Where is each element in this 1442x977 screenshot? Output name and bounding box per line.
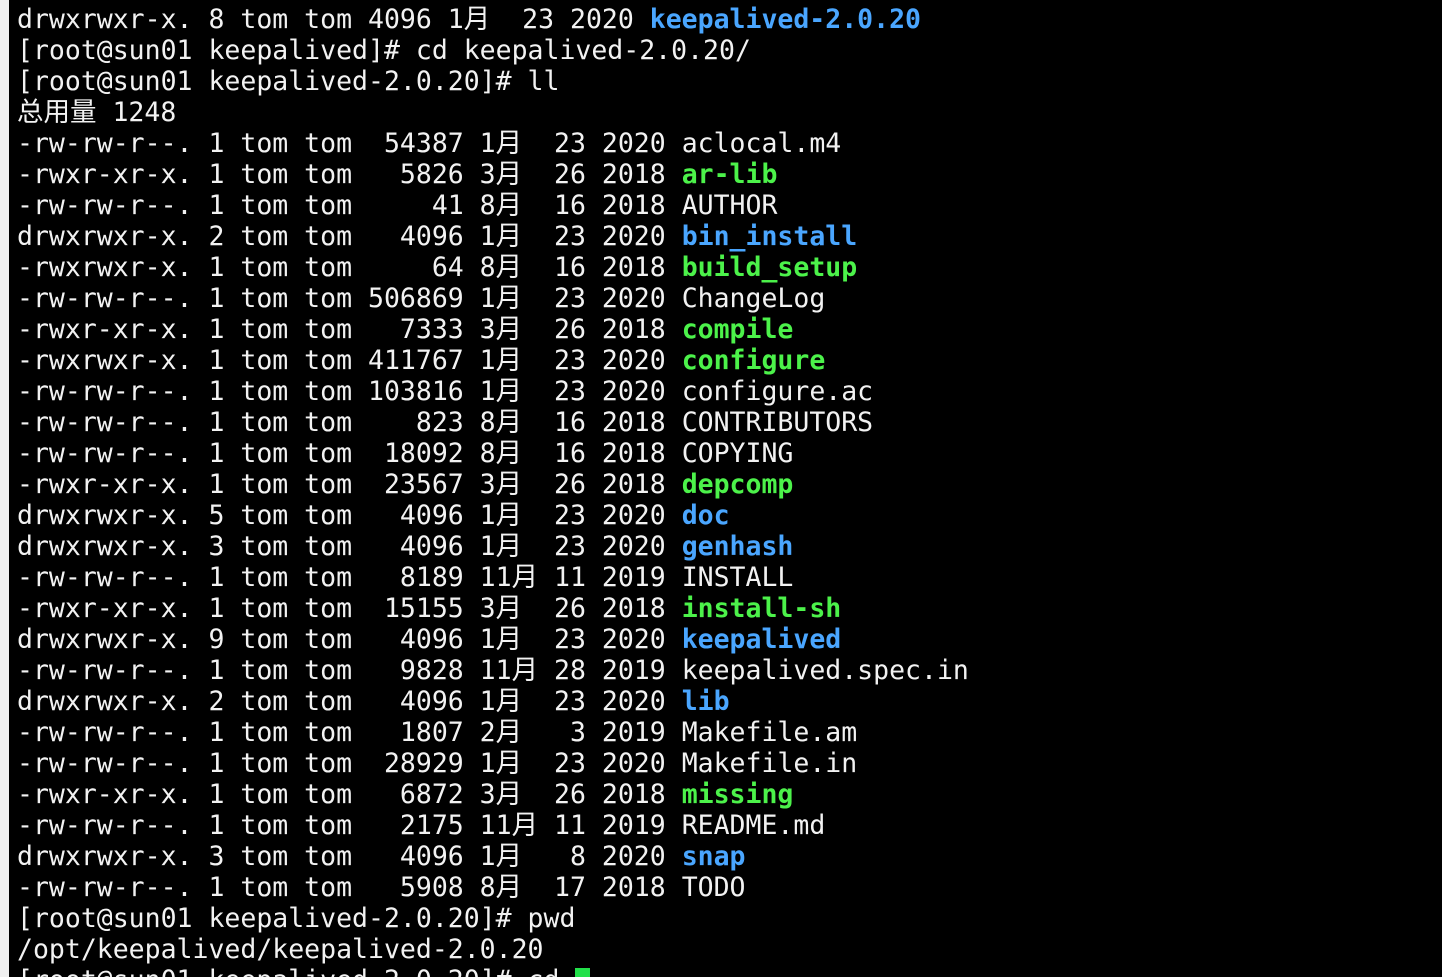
- line-text: -rwxrwxr-x. 1 tom tom 64 8月 16 2018: [17, 252, 682, 283]
- line-text: -rw-rw-r--. 1 tom tom 18092 8月 16 2018: [17, 438, 682, 469]
- line-text: -rwxr-xr-x. 1 tom tom 6872 3月 26 2018: [17, 779, 682, 810]
- line-text: drwxrwxr-x. 2 tom tom 4096 1月 23 2020: [17, 686, 682, 717]
- prompt-ll: [root@sun01 keepalived-2.0.20]# ll: [17, 66, 969, 97]
- ls-entry-author: -rw-rw-r--. 1 tom tom 41 8月 16 2018 AUTH…: [17, 190, 969, 221]
- prompt-cd: [root@sun01 keepalived]# cd keepalived-2…: [17, 35, 969, 66]
- line-text: 总用量 1248: [17, 97, 177, 128]
- directory-name: doc: [681, 500, 730, 531]
- line-text: drwxrwxr-x. 8 tom tom 4096 1月 23 2020: [17, 4, 650, 35]
- line-text: COPYING: [681, 438, 794, 469]
- line-text: -rw-rw-r--. 1 tom tom 41 8月 16 2018: [17, 190, 682, 221]
- ls-entry-todo: -rw-rw-r--. 1 tom tom 5908 8月 17 2018 TO…: [17, 872, 969, 903]
- line-text: Makefile.am: [681, 717, 858, 748]
- directory-name: bin_install: [681, 221, 858, 252]
- ls-entry-bin-install: drwxrwxr-x. 2 tom tom 4096 1月 23 2020 bi…: [17, 221, 969, 252]
- ls-entry-keepalived-spec-in: -rw-rw-r--. 1 tom tom 9828 11月 28 2019 k…: [17, 655, 969, 686]
- executable-name: compile: [681, 314, 794, 345]
- ls-entry-configure-ac: -rw-rw-r--. 1 tom tom 103816 1月 23 2020 …: [17, 376, 969, 407]
- ls-entry-contributors: -rw-rw-r--. 1 tom tom 823 8月 16 2018 CON…: [17, 407, 969, 438]
- text-cursor: [575, 968, 591, 977]
- line-text: -rw-rw-r--. 1 tom tom 9828 11月 28 2019: [17, 655, 682, 686]
- directory-name: snap: [681, 841, 746, 872]
- executable-name: configure: [681, 345, 826, 376]
- ls-entry-doc: drwxrwxr-x. 5 tom tom 4096 1月 23 2020 do…: [17, 500, 969, 531]
- line-text: [root@sun01 keepalived-2.0.20]# pwd: [17, 903, 576, 934]
- line-text: ChangeLog: [681, 283, 826, 314]
- directory-name: lib: [681, 686, 730, 717]
- line-text: -rw-rw-r--. 1 tom tom 5908 8月 17 2018: [17, 872, 682, 903]
- line-text: [root@sun01 keepalived-2.0.20]# cd: [17, 965, 575, 977]
- prompt-cd-current: [root@sun01 keepalived-2.0.20]# cd: [17, 965, 969, 977]
- ls-entry-makefile-am: -rw-rw-r--. 1 tom tom 1807 2月 3 2019 Mak…: [17, 717, 969, 748]
- line-text: INSTALL: [681, 562, 794, 593]
- line-text: [root@sun01 keepalived]# cd keepalived-2…: [17, 35, 751, 66]
- executable-name: missing: [681, 779, 794, 810]
- ls-entry-makefile-in: -rw-rw-r--. 1 tom tom 28929 1月 23 2020 M…: [17, 748, 969, 779]
- executable-name: ar-lib: [681, 159, 778, 190]
- terminal-output: drwxrwxr-x. 8 tom tom 4096 1月 23 2020 ke…: [17, 4, 969, 977]
- prompt-pwd: [root@sun01 keepalived-2.0.20]# pwd: [17, 903, 969, 934]
- ls-entry-changelog: -rw-rw-r--. 1 tom tom 506869 1月 23 2020 …: [17, 283, 969, 314]
- line-text: -rwxrwxr-x. 1 tom tom 411767 1月 23 2020: [17, 345, 682, 376]
- line-text: drwxrwxr-x. 3 tom tom 4096 1月 8 2020: [17, 841, 682, 872]
- ls-entry-keepalived: drwxrwxr-x. 9 tom tom 4096 1月 23 2020 ke…: [17, 624, 969, 655]
- line-text: keepalived.spec.in: [681, 655, 969, 686]
- terminal-window[interactable]: drwxrwxr-x. 8 tom tom 4096 1月 23 2020 ke…: [0, 0, 1442, 977]
- ls-entry-configure: -rwxrwxr-x. 1 tom tom 411767 1月 23 2020 …: [17, 345, 969, 376]
- line-text: drwxrwxr-x. 3 tom tom 4096 1月 23 2020: [17, 531, 682, 562]
- total-line: 总用量 1248: [17, 97, 969, 128]
- line-text: -rwxr-xr-x. 1 tom tom 7333 3月 26 2018: [17, 314, 682, 345]
- line-text: TODO: [681, 872, 746, 903]
- line-text: drwxrwxr-x. 2 tom tom 4096 1月 23 2020: [17, 221, 682, 252]
- line-text: /opt/keepalived/keepalived-2.0.20: [17, 934, 544, 965]
- line-text: README.md: [681, 810, 826, 841]
- ls-entry-missing: -rwxr-xr-x. 1 tom tom 6872 3月 26 2018 mi…: [17, 779, 969, 810]
- directory-name: keepalived-2.0.20: [649, 4, 921, 35]
- line-text: -rw-rw-r--. 1 tom tom 8189 11月 11 2019: [17, 562, 682, 593]
- line-text: -rw-rw-r--. 1 tom tom 2175 11月 11 2019: [17, 810, 682, 841]
- ls-entry-readme-md: -rw-rw-r--. 1 tom tom 2175 11月 11 2019 R…: [17, 810, 969, 841]
- line-text: -rw-rw-r--. 1 tom tom 506869 1月 23 2020: [17, 283, 682, 314]
- executable-name: install-sh: [681, 593, 842, 624]
- line-text: -rwxr-xr-x. 1 tom tom 23567 3月 26 2018: [17, 469, 682, 500]
- pwd-output: /opt/keepalived/keepalived-2.0.20: [17, 934, 969, 965]
- ls-entry-snap: drwxrwxr-x. 3 tom tom 4096 1月 8 2020 sna…: [17, 841, 969, 872]
- directory-name: keepalived: [681, 624, 842, 655]
- ls-entry-install-sh: -rwxr-xr-x. 1 tom tom 15155 3月 26 2018 i…: [17, 593, 969, 624]
- line-text: CONTRIBUTORS: [681, 407, 874, 438]
- ls-entry-ar-lib: -rwxr-xr-x. 1 tom tom 5826 3月 26 2018 ar…: [17, 159, 969, 190]
- line-text: configure.ac: [681, 376, 874, 407]
- ls-entry-install: -rw-rw-r--. 1 tom tom 8189 11月 11 2019 I…: [17, 562, 969, 593]
- ls-entry-compile: -rwxr-xr-x. 1 tom tom 7333 3月 26 2018 co…: [17, 314, 969, 345]
- line-text: Makefile.in: [681, 748, 858, 779]
- ls-entry-copying: -rw-rw-r--. 1 tom tom 18092 8月 16 2018 C…: [17, 438, 969, 469]
- ls-entry-genhash: drwxrwxr-x. 3 tom tom 4096 1月 23 2020 ge…: [17, 531, 969, 562]
- line-text: [root@sun01 keepalived-2.0.20]# ll: [17, 66, 560, 97]
- directory-name: genhash: [681, 531, 794, 562]
- ls-entry-aclocal-m4: -rw-rw-r--. 1 tom tom 54387 1月 23 2020 a…: [17, 128, 969, 159]
- ls-entry-lib: drwxrwxr-x. 2 tom tom 4096 1月 23 2020 li…: [17, 686, 969, 717]
- line-text: drwxrwxr-x. 5 tom tom 4096 1月 23 2020: [17, 500, 682, 531]
- line-text: -rw-rw-r--. 1 tom tom 54387 1月 23 2020: [17, 128, 682, 159]
- line-text: -rw-rw-r--. 1 tom tom 103816 1月 23 2020: [17, 376, 682, 407]
- window-left-edge: [0, 0, 9, 977]
- line-text: -rw-rw-r--. 1 tom tom 28929 1月 23 2020: [17, 748, 682, 779]
- line-text: -rwxr-xr-x. 1 tom tom 15155 3月 26 2018: [17, 593, 682, 624]
- line-text: -rwxr-xr-x. 1 tom tom 5826 3月 26 2018: [17, 159, 682, 190]
- line-text: drwxrwxr-x. 9 tom tom 4096 1月 23 2020: [17, 624, 682, 655]
- ls-entry-depcomp: -rwxr-xr-x. 1 tom tom 23567 3月 26 2018 d…: [17, 469, 969, 500]
- line-text: -rw-rw-r--. 1 tom tom 1807 2月 3 2019: [17, 717, 682, 748]
- line-text: -rw-rw-r--. 1 tom tom 823 8月 16 2018: [17, 407, 682, 438]
- line-text: AUTHOR: [681, 190, 778, 221]
- executable-name: depcomp: [681, 469, 794, 500]
- ls-entry-build-setup: -rwxrwxr-x. 1 tom tom 64 8月 16 2018 buil…: [17, 252, 969, 283]
- ls-entry-keepalived-2.0.20: drwxrwxr-x. 8 tom tom 4096 1月 23 2020 ke…: [17, 4, 969, 35]
- executable-name: build_setup: [681, 252, 858, 283]
- line-text: aclocal.m4: [681, 128, 842, 159]
